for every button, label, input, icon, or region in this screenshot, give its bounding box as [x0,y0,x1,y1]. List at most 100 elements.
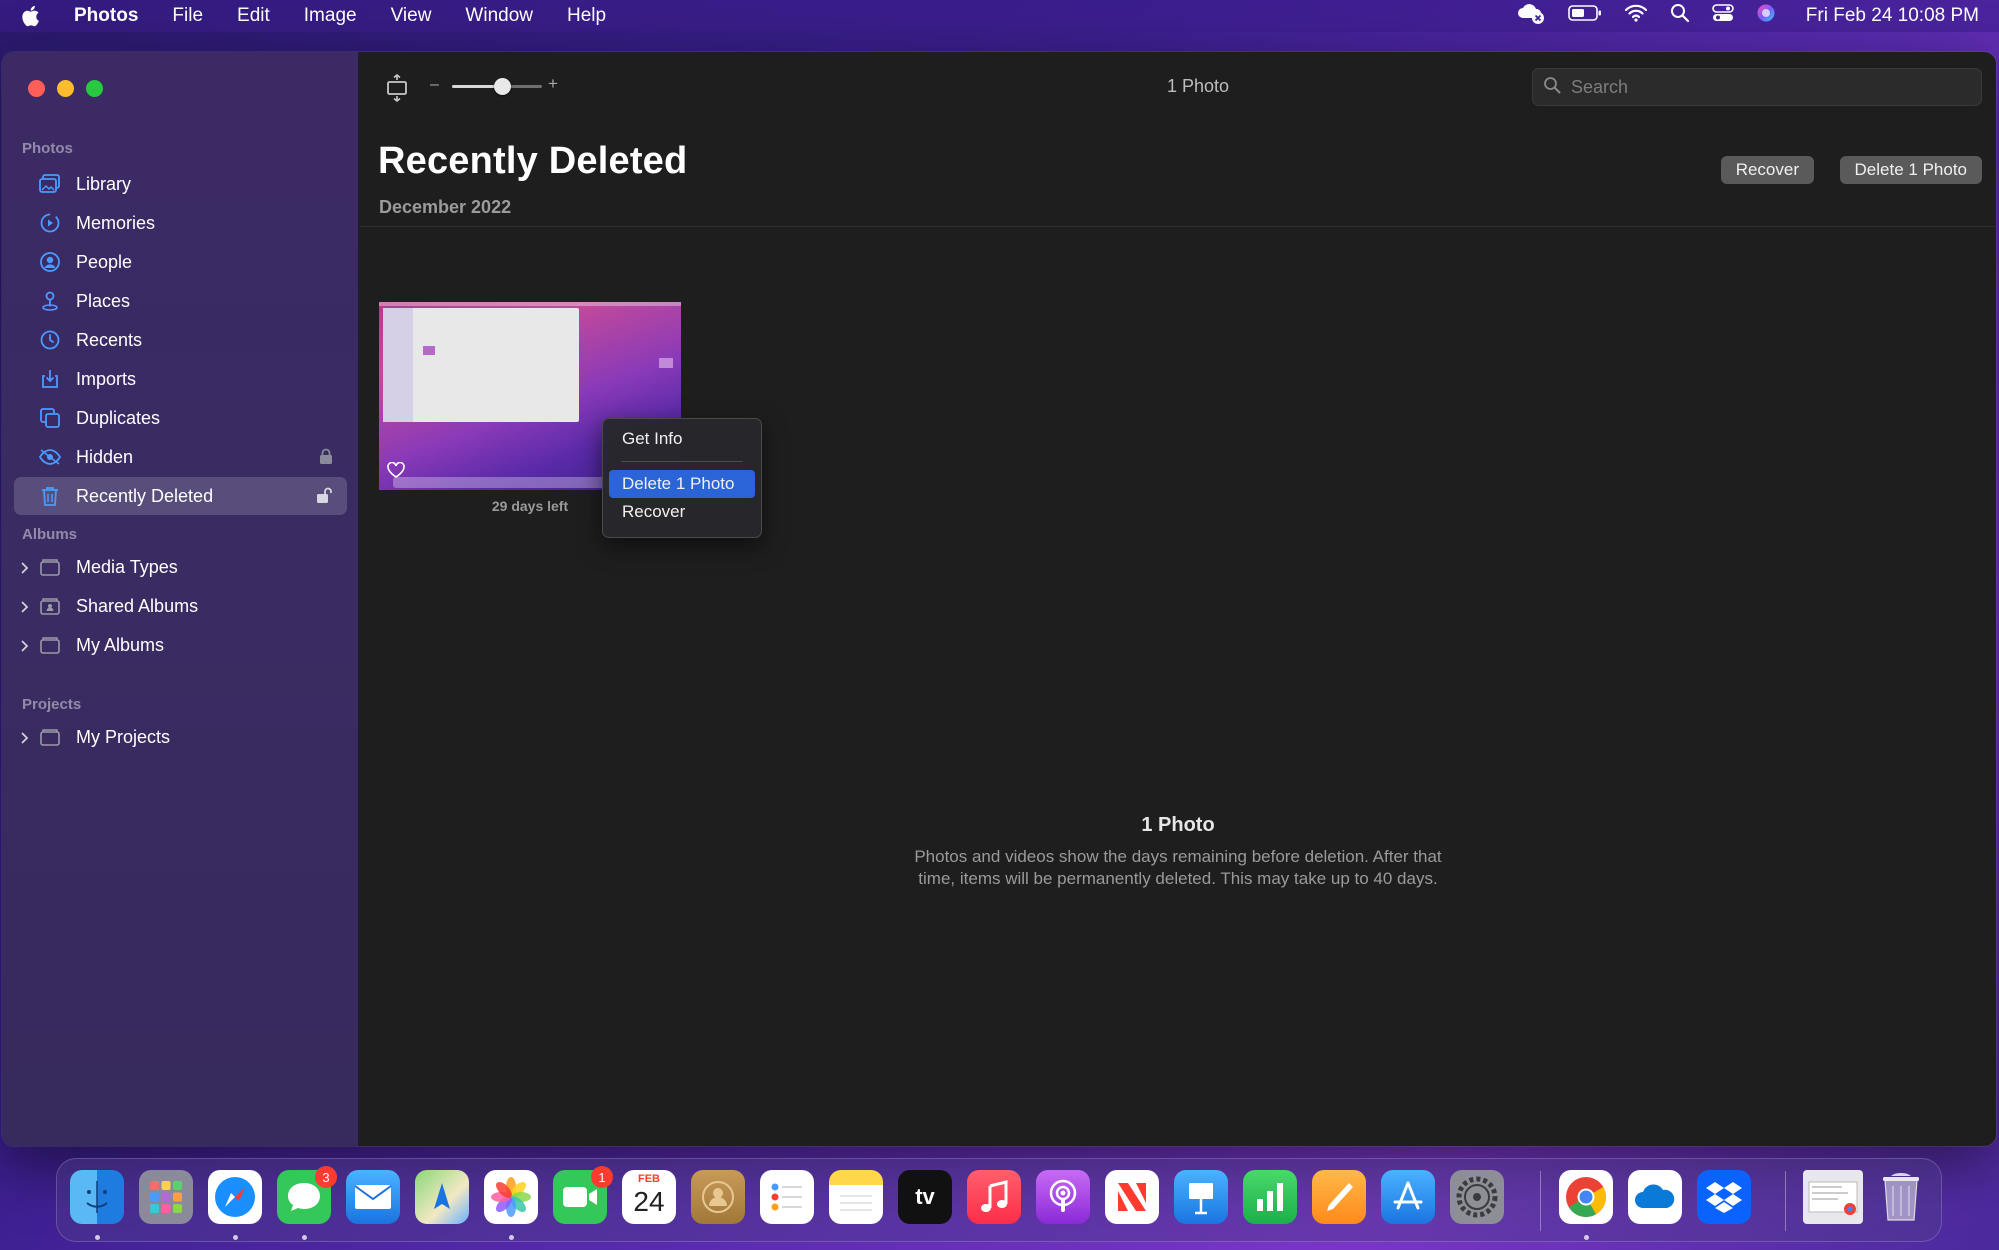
sidebar-item-label: People [76,251,133,272]
menu-help[interactable]: Help [550,5,623,27]
menu-image[interactable]: Image [287,5,374,27]
delete-photo-button[interactable]: Delete 1 Photo [1839,156,1982,184]
context-menu-delete[interactable]: Delete 1 Photo [609,470,755,498]
sidebar-item-my-projects[interactable]: My Projects [14,718,347,756]
sidebar-item-recently-deleted[interactable]: Recently Deleted [14,477,347,515]
dock-pages-icon[interactable] [1312,1170,1366,1224]
maximize-window-button[interactable] [86,80,103,97]
dock-finder-icon[interactable] [70,1170,124,1224]
sidebar-item-my-albums[interactable]: My Albums [14,626,347,664]
sidebar-item-duplicates[interactable]: Duplicates [14,399,347,437]
dock-podcasts-icon[interactable] [1036,1170,1090,1224]
toolbar: – + 1 Photo [360,52,1996,122]
menu-file[interactable]: File [155,5,220,27]
dock-reminders-icon[interactable] [760,1170,814,1224]
dock-music-icon[interactable] [967,1170,1021,1224]
sidebar-item-shared-albums[interactable]: Shared Albums [14,587,347,625]
dock-photos-icon[interactable] [484,1170,538,1224]
dock-separator [1785,1171,1786,1231]
context-menu: Get Info Delete 1 Photo Recover [602,418,762,538]
thumbnail-detail [379,302,681,306]
sidebar-item-label: Duplicates [76,407,161,428]
sidebar-item-places[interactable]: Places [14,282,347,320]
thumbnail-detail [383,308,413,422]
sidebar-item-imports[interactable]: Imports [14,360,347,398]
dock: 3 1 FEB 24 tv [56,1158,1942,1242]
favorite-heart-icon[interactable] [387,461,405,483]
dock-trash-icon[interactable] [1874,1170,1928,1224]
menu-view[interactable]: View [374,5,449,27]
albums-section-header: Albums [22,526,78,543]
messages-badge: 3 [315,1166,337,1188]
search-field[interactable] [1532,68,1982,106]
calendar-month: FEB [638,1173,660,1185]
sidebar-item-label: My Projects [76,726,171,747]
chevron-right-icon[interactable] [20,637,30,658]
control-center-icon[interactable] [1711,3,1734,29]
sidebar-item-label: Places [76,290,131,311]
menu-edit[interactable]: Edit [220,5,287,27]
search-input[interactable] [1571,76,1951,98]
page-title: Recently Deleted [378,140,688,182]
footer-info-text: Photos and videos show the days remainin… [914,847,1442,888]
sidebar-item-memories[interactable]: Memories [14,204,347,242]
apple-icon[interactable] [20,5,54,27]
dock-dropbox-icon[interactable] [1697,1170,1751,1224]
sidebar-item-recents[interactable]: Recents [14,321,347,359]
shared-folder-icon [38,594,62,618]
context-menu-get-info[interactable]: Get Info [609,425,755,453]
minimize-window-button[interactable] [57,80,74,97]
chevron-right-icon[interactable] [20,559,30,580]
dock-downloads-stack-icon[interactable] [1803,1170,1863,1224]
dock-launchpad-icon[interactable] [139,1170,193,1224]
dock-keynote-icon[interactable] [1174,1170,1228,1224]
dock-maps-icon[interactable] [415,1170,469,1224]
sidebar-item-media-types[interactable]: Media Types [14,548,347,586]
import-icon [38,367,62,391]
folder-icon [38,725,62,749]
sidebar-item-hidden[interactable]: Hidden [14,438,347,476]
siri-icon[interactable] [1756,3,1776,29]
sidebar-item-label: Recents [76,329,143,350]
chevron-right-icon[interactable] [20,598,30,619]
dock-facetime-icon[interactable]: 1 [553,1166,613,1224]
photos-window: Photos Library Memories People Places Re… [2,52,1996,1146]
memories-icon [38,211,62,235]
sidebar-item-people[interactable]: People [14,243,347,281]
sidebar-item-library[interactable]: Library [14,165,347,203]
icloud-status-icon[interactable] [1516,2,1546,30]
dock-chrome-icon[interactable] [1559,1170,1613,1224]
dock-running-indicator [95,1235,100,1240]
chevron-right-icon[interactable] [20,729,30,750]
dock-calendar-icon[interactable]: FEB 24 [622,1170,676,1224]
recover-button[interactable]: Recover [1720,156,1814,184]
menu-app-name[interactable]: Photos [54,5,155,27]
dock-messages-icon[interactable]: 3 [277,1166,337,1224]
dock-tv-icon[interactable]: tv [898,1170,952,1224]
thumbnail-detail [383,308,579,422]
sidebar: Photos Library Memories People Places Re… [2,52,359,1146]
wifi-icon[interactable] [1624,4,1648,28]
lock-icon [319,448,333,470]
menu-window[interactable]: Window [448,5,550,27]
dock-news-icon[interactable] [1105,1170,1159,1224]
menu-clock[interactable]: Fri Feb 24 10:08 PM [1806,5,1979,27]
dock-contacts-icon[interactable] [691,1170,745,1224]
dock-app-store-icon[interactable] [1381,1170,1435,1224]
dock-safari-icon[interactable] [208,1170,262,1224]
dock-system-settings-icon[interactable] [1450,1170,1504,1224]
close-window-button[interactable] [28,80,45,97]
context-menu-recover[interactable]: Recover [609,498,755,526]
eye-icon [38,445,62,469]
dock-running-indicator [509,1235,514,1240]
sidebar-item-label: Shared Albums [76,595,199,616]
dock-onedrive-icon[interactable] [1628,1170,1682,1224]
dock-running-indicator [302,1235,307,1240]
dock-numbers-icon[interactable] [1243,1170,1297,1224]
folder-icon [38,633,62,657]
spotlight-search-icon[interactable] [1670,3,1690,29]
dock-mail-icon[interactable] [346,1170,400,1224]
sidebar-item-label: Imports [76,368,137,389]
dock-notes-icon[interactable] [829,1170,883,1224]
battery-icon[interactable] [1567,4,1602,28]
